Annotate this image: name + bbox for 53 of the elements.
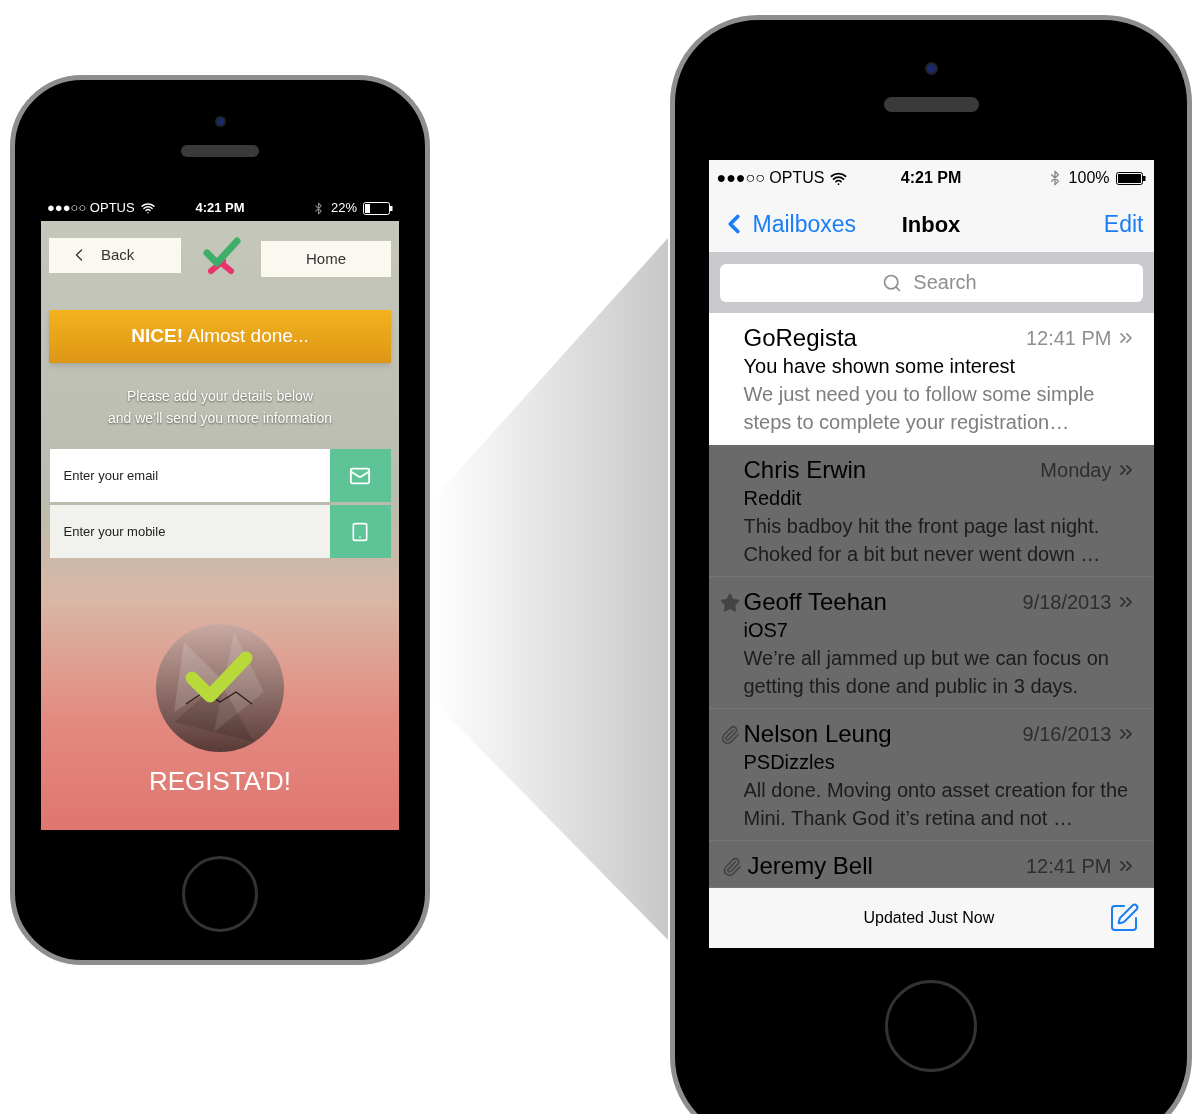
message-date: 9/18/2013 bbox=[1022, 590, 1112, 616]
clock-label: 4:21 PM bbox=[900, 168, 962, 188]
battery-icon bbox=[363, 201, 393, 215]
carrier-label: ●●●○○ OPTUS bbox=[716, 168, 825, 188]
carrier-label: ●●●○○ OPTUS bbox=[47, 199, 135, 218]
message-date: Monday bbox=[1040, 458, 1112, 484]
sender-name: GoRegista bbox=[743, 323, 857, 353]
update-status: Updated Just Now bbox=[863, 908, 995, 928]
banner-text: NICE! Almost done... bbox=[131, 324, 309, 349]
success-title: REGISTA’D! bbox=[148, 765, 292, 798]
message-row[interactable]: Geoff Teehan 9/18/2013 iOS7 We’re all jammed up but we can focus on getting this done and public in 3 days. bbox=[708, 577, 1154, 710]
home-button[interactable] bbox=[182, 856, 258, 932]
back-button[interactable]: Back bbox=[49, 237, 181, 273]
search-icon bbox=[881, 272, 902, 293]
battery-icon bbox=[1115, 171, 1146, 185]
field-action-button[interactable] bbox=[329, 449, 391, 502]
mailboxes-link[interactable]: Mailboxes bbox=[718, 206, 869, 242]
battery-label: 22% bbox=[330, 199, 357, 218]
wifi-icon bbox=[140, 201, 155, 215]
message-preview: This badboy hit the front page last night. Choked for a bit but never went down … bbox=[743, 514, 1102, 568]
field-action-button[interactable] bbox=[329, 505, 391, 558]
home-button[interactable] bbox=[885, 980, 977, 1072]
camera-icon bbox=[214, 116, 226, 127]
screen-title: Inbox bbox=[901, 210, 961, 239]
message-preview: We just need you to follow some simple steps to complete your registration… bbox=[743, 382, 1096, 435]
message-preview: We’re all jammed up but we can focus on getting this done and public in 3 days. bbox=[743, 646, 1110, 700]
message-date: 9/16/2013 bbox=[1022, 722, 1112, 748]
message-subject: iOS7 bbox=[743, 618, 789, 644]
message-date: 12:41 PM bbox=[1025, 854, 1112, 880]
battery-label: 100% bbox=[1068, 168, 1110, 188]
intro-text: Please add your details below and we’ll send you more information bbox=[107, 387, 333, 428]
message-subject: Reddit bbox=[743, 486, 803, 512]
message-date: 12:41 PM bbox=[1025, 326, 1112, 351]
edit-link[interactable]: Edit bbox=[993, 206, 1144, 242]
message-subject: PSDizzles bbox=[743, 750, 836, 776]
sender-name: Nelson Leung bbox=[743, 719, 892, 750]
home-button[interactable]: Home bbox=[261, 241, 391, 277]
sender-name: Jeremy Bell bbox=[747, 851, 873, 882]
message-subject: You have shown some interest bbox=[743, 354, 1017, 379]
message-row[interactable]: GoRegista 12:41 PM You have shown some interest We just need you to follow some simple steps to complete your registration… bbox=[708, 313, 1154, 446]
tablet-icon bbox=[350, 521, 370, 542]
message-row[interactable]: Chris Erwin Monday Reddit This badboy hit the front page last night. Choked for a bit but never went down … bbox=[708, 445, 1154, 578]
message-row[interactable]: Nelson Leung 9/16/2013 PSDizzles All done. Moving onto asset creation for the Mini. Thank God it’s retina and not … bbox=[708, 709, 1154, 842]
clock-label: 4:21 PM bbox=[195, 199, 245, 218]
sender-name: Geoff Teehan bbox=[743, 587, 887, 618]
search-field[interactable]: Search bbox=[719, 263, 1143, 302]
text-field[interactable]: Enter your email bbox=[49, 449, 330, 502]
message-preview: All done. Moving onto asset creation for the Mini. Thank God it’s retina and not … bbox=[743, 778, 1130, 832]
camera-icon bbox=[924, 62, 938, 75]
text-field[interactable]: Enter your mobile bbox=[49, 505, 330, 558]
message-row[interactable]: Jeremy Bell 12:41 PM bbox=[708, 841, 1154, 888]
sender-name: Chris Erwin bbox=[743, 455, 867, 486]
logo-icon bbox=[201, 235, 241, 275]
